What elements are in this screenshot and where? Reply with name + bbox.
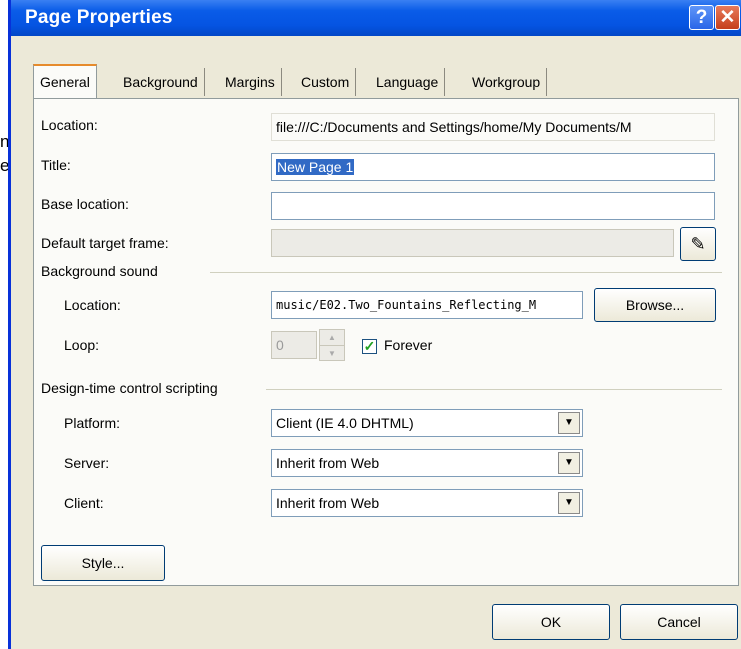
platform-selected-value: Client (IE 4.0 DHTML) — [276, 415, 414, 431]
tab-background[interactable]: Background — [117, 68, 205, 96]
server-dropdown[interactable]: Inherit from Web ▼ — [271, 449, 583, 477]
loop-label: Loop: — [64, 337, 100, 353]
browse-button[interactable]: Browse... — [594, 288, 716, 322]
dialog-title: Page Properties — [25, 7, 173, 28]
loop-field: 0 — [271, 331, 317, 359]
title-label: Title: — [41, 157, 71, 173]
server-label: Server: — [64, 455, 110, 471]
base-location-field[interactable] — [271, 192, 715, 220]
spin-down-icon: ▼ — [328, 349, 336, 358]
style-button[interactable]: Style... — [41, 545, 165, 581]
sound-location-field[interactable]: music/E02.Two_Fountains_Reflecting_M — [271, 291, 583, 319]
tab-general[interactable]: General — [33, 64, 97, 98]
default-target-frame-field — [271, 229, 674, 257]
page-properties-dialog: Page Properties ? ✕ General Background M… — [8, 0, 741, 649]
platform-label: Platform: — [64, 415, 121, 431]
sound-location-label: Location: — [64, 297, 121, 313]
chevron-down-icon[interactable]: ▼ — [558, 492, 580, 514]
base-location-label: Base location: — [41, 196, 129, 212]
location-label: Location: — [41, 117, 98, 133]
pencil-icon: ✎ — [690, 234, 706, 254]
design-time-divider — [266, 389, 722, 390]
platform-dropdown[interactable]: Client (IE 4.0 DHTML) ▼ — [271, 409, 583, 437]
forever-checkbox[interactable]: ✓ — [362, 339, 377, 354]
tab-language[interactable]: Language — [370, 68, 446, 96]
tab-workgroup[interactable]: Workgroup — [466, 68, 548, 96]
forever-label: Forever — [384, 337, 433, 353]
server-selected-value: Inherit from Web — [276, 455, 380, 471]
close-icon: ✕ — [719, 7, 736, 28]
background-sound-divider — [210, 272, 722, 273]
title-bar[interactable]: Page Properties ? ✕ — [11, 0, 741, 36]
client-label: Client: — [64, 495, 104, 511]
title-field[interactable]: New Page 1 — [271, 153, 715, 181]
tab-custom[interactable]: Custom — [295, 68, 357, 96]
ok-button[interactable]: OK — [492, 604, 610, 640]
loop-spinner: ▲ ▼ — [319, 329, 345, 361]
location-value: file:///C:/Documents and Settings/home/M… — [271, 113, 715, 141]
spin-up-icon: ▲ — [320, 330, 344, 346]
help-icon: ? — [695, 7, 708, 28]
client-dropdown[interactable]: Inherit from Web ▼ — [271, 489, 583, 517]
tab-margins[interactable]: Margins — [219, 68, 282, 96]
design-time-heading: Design-time control scripting — [41, 380, 218, 396]
general-tab-panel: Location: file:///C:/Documents and Setti… — [33, 98, 739, 586]
default-target-frame-label: Default target frame: — [41, 235, 169, 251]
chevron-down-icon[interactable]: ▼ — [558, 452, 580, 474]
help-button[interactable]: ? — [689, 5, 714, 30]
checkmark-icon: ✓ — [363, 338, 376, 354]
chevron-down-icon[interactable]: ▼ — [558, 412, 580, 434]
default-target-frame-button[interactable]: ✎ — [680, 227, 716, 261]
close-button[interactable]: ✕ — [715, 5, 740, 30]
title-field-value: New Page 1 — [276, 159, 355, 175]
cancel-button[interactable]: Cancel — [620, 604, 738, 640]
background-sound-heading: Background sound — [41, 263, 158, 279]
client-selected-value: Inherit from Web — [276, 495, 380, 511]
